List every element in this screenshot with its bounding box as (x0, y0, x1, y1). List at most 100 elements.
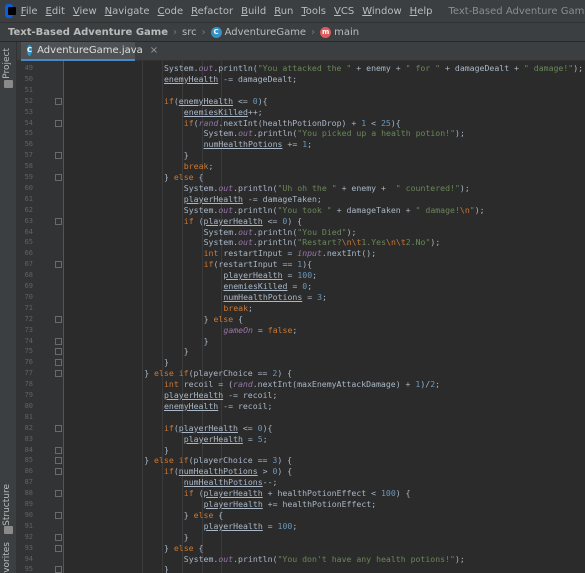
code-line[interactable]: enemyHealth -= recoil; (164, 401, 272, 412)
code-token: enemiesKilled (223, 281, 288, 291)
breadcrumb-src[interactable]: src (182, 27, 197, 38)
fold-marker-icon[interactable] (55, 544, 62, 552)
code-line[interactable]: break; (223, 303, 253, 314)
menu-window[interactable]: Window (358, 6, 405, 17)
code-line[interactable]: System.out.println("You picked up a heal… (204, 128, 465, 139)
code-line[interactable]: System.out.println("You Died"); (204, 227, 357, 238)
code-line[interactable]: if (playerHealth <= 0) { (184, 216, 302, 227)
code-token: > (257, 466, 273, 477)
code-line[interactable]: } (164, 445, 169, 456)
menu-help[interactable]: Help (406, 6, 437, 17)
line-number: 62 (24, 205, 33, 214)
code-line[interactable]: playerHealth = 100; (223, 270, 317, 281)
code-editor[interactable]: System.out.println("You attacked the " +… (65, 61, 585, 573)
code-token: = (282, 270, 298, 281)
code-line[interactable]: playerHealth -= damageTaken; (184, 194, 322, 205)
code-token: { (193, 172, 204, 182)
menu-code[interactable]: Code (154, 6, 188, 17)
code-line[interactable]: if(numHealthPotions > 0) { (164, 466, 292, 477)
code-line[interactable]: } else { (164, 172, 203, 183)
breadcrumb-project[interactable]: Text-Based Adventure Game (8, 27, 168, 38)
code-line[interactable]: System.out.println("Uh oh the " + enemy … (184, 183, 470, 194)
structure-tool-button[interactable]: Structure (2, 484, 12, 526)
menu-navigate[interactable]: Navigate (101, 6, 154, 17)
code-line[interactable]: playerHealth -= recoil; (164, 390, 277, 401)
menu-run[interactable]: Run (270, 6, 297, 17)
fold-marker-icon[interactable] (55, 152, 62, 160)
fold-marker-icon[interactable] (55, 533, 62, 541)
tab-adventuregame-java[interactable]: C AdventureGame.java × (21, 42, 158, 61)
menu-view[interactable]: View (69, 6, 101, 17)
menu-refactor[interactable]: Refactor (187, 6, 237, 17)
menu-file[interactable]: File (17, 6, 42, 17)
fold-marker-icon[interactable] (55, 457, 62, 465)
fold-marker-icon[interactable] (55, 490, 62, 498)
code-line[interactable]: playerHealth = 5; (184, 434, 268, 445)
code-line[interactable]: playerHealth += healthPotionEffect; (204, 499, 377, 510)
code-line[interactable]: enemiesKilled = 0; (223, 281, 312, 292)
fold-marker-icon[interactable] (55, 370, 62, 378)
fold-marker-icon[interactable] (55, 424, 62, 432)
breadcrumb-class[interactable]: AdventureGame (225, 27, 307, 38)
menu-tools[interactable]: Tools (297, 6, 330, 17)
fold-marker-icon[interactable] (55, 119, 62, 127)
fold-marker-icon[interactable] (55, 217, 62, 225)
breadcrumb-method[interactable]: main (334, 27, 359, 38)
fold-marker-icon[interactable] (55, 97, 62, 105)
code-line[interactable]: int recoil = (rand.nextInt(maxEnemyAttac… (164, 379, 440, 390)
code-line[interactable]: } (164, 357, 169, 368)
code-line[interactable]: if (playerHealth + healthPotionEffect < … (184, 488, 411, 499)
line-number: 72 (24, 314, 33, 323)
code-line[interactable]: int restartInput = input.nextInt(); (204, 248, 377, 259)
code-line[interactable]: } else if(playerChoice == 2) { (144, 368, 292, 379)
code-line[interactable]: System.out.println("You took " + damageT… (184, 205, 485, 216)
fold-marker-icon[interactable] (55, 315, 62, 323)
fold-marker-icon[interactable] (55, 566, 62, 573)
project-tool-button[interactable]: Project (2, 48, 12, 79)
code-line[interactable]: if(enemyHealth <= 0){ (164, 96, 268, 107)
folder-icon[interactable] (4, 80, 13, 88)
code-line[interactable]: } else { (184, 510, 223, 521)
code-line[interactable]: } else { (164, 543, 203, 554)
code-line[interactable]: } else { (204, 314, 243, 325)
fold-marker-icon[interactable] (55, 337, 62, 345)
code-line[interactable]: if(playerHealth <= 0){ (164, 423, 272, 434)
code-token: ) { (287, 215, 303, 226)
menu-edit[interactable]: Edit (42, 6, 69, 17)
code-line[interactable]: System.out.println("You don't have any h… (184, 554, 465, 565)
code-token: )/ (420, 379, 431, 390)
code-line[interactable]: break; (184, 161, 214, 172)
code-line[interactable]: } (184, 150, 189, 161)
fold-marker-icon[interactable] (55, 261, 62, 269)
code-line[interactable]: } (184, 346, 189, 357)
code-line[interactable]: if(rand.nextInt(healthPotionDrop) + 1 < … (184, 118, 401, 129)
code-token: System. (203, 128, 239, 139)
code-line[interactable]: enemyHealth -= damageDealt; (164, 74, 297, 85)
fold-marker-icon[interactable] (55, 348, 62, 356)
close-icon[interactable]: × (150, 45, 158, 56)
code-line[interactable]: System.out.println("Restart?\n\t1.Yes\n\… (204, 237, 441, 248)
code-line[interactable]: } (184, 532, 189, 543)
code-line[interactable]: } else if(playerChoice == 3) { (144, 455, 292, 466)
code-token: .println( (233, 553, 278, 564)
code-line[interactable]: numHealthPotions += 1; (204, 139, 312, 150)
fold-marker-icon[interactable] (55, 174, 62, 181)
breadcrumb-separator-icon: › (311, 26, 316, 38)
structure-icon[interactable] (4, 526, 13, 534)
favorites-tool-button[interactable]: Favorites (2, 542, 12, 573)
code-line[interactable]: numHealthPotions--; (184, 477, 278, 488)
fold-marker-icon[interactable] (55, 468, 62, 476)
code-line[interactable]: numHealthPotions = 3; (223, 292, 327, 303)
code-line[interactable]: playerHealth = 100; (204, 521, 298, 532)
fold-marker-icon[interactable] (55, 511, 62, 519)
code-line[interactable]: } (204, 336, 209, 347)
code-line[interactable]: enemiesKilled++; (184, 107, 263, 118)
fold-marker-icon[interactable] (55, 446, 62, 454)
code-line[interactable]: } (164, 564, 169, 573)
code-line[interactable]: if(restartInput == 1){ (204, 259, 312, 270)
fold-marker-icon[interactable] (55, 359, 62, 367)
menu-build[interactable]: Build (237, 6, 270, 17)
menu-vcs[interactable]: VCS (330, 6, 358, 17)
code-line[interactable]: gameOn = false; (223, 325, 297, 336)
code-line[interactable]: System.out.println("You attacked the " +… (164, 63, 583, 74)
